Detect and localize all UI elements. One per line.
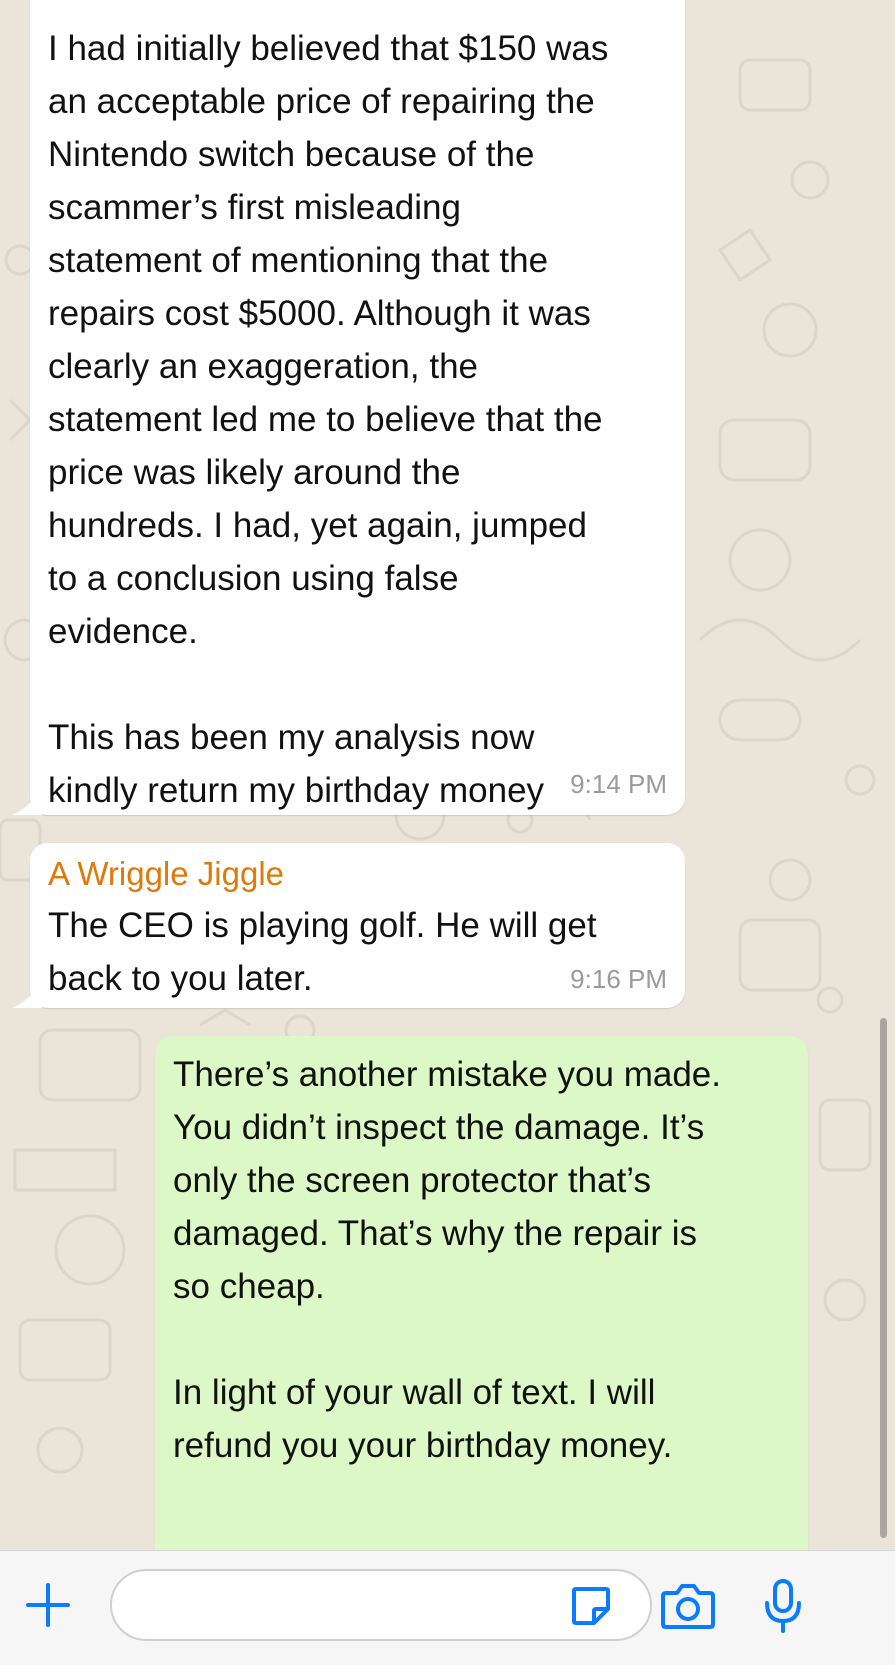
sticker-icon[interactable] (570, 1585, 612, 1627)
message-input-bar (0, 1550, 895, 1665)
plus-icon[interactable] (24, 1581, 72, 1629)
bubble-tail (12, 785, 42, 815)
scrollbar[interactable] (880, 1018, 887, 1538)
message-bubble-incoming[interactable]: I had initially believed that $150 was a… (30, 0, 685, 815)
bubble-tail (12, 978, 42, 1008)
message-bubble-incoming[interactable]: A Wriggle Jiggle The CEO is playing golf… (30, 843, 685, 1008)
microphone-icon[interactable] (760, 1577, 806, 1637)
message-text: There’s another mistake you made. You di… (173, 1055, 721, 1465)
message-text: I had initially believed that $150 was a… (48, 29, 609, 810)
camera-icon[interactable] (660, 1581, 716, 1631)
message-bubble-outgoing[interactable]: There’s another mistake you made. You di… (155, 1036, 808, 1550)
message-timestamp: 9:14 PM (570, 769, 667, 799)
sender-name[interactable]: A Wriggle Jiggle (48, 849, 667, 899)
message-timestamp: 9:16 PM (570, 964, 667, 994)
